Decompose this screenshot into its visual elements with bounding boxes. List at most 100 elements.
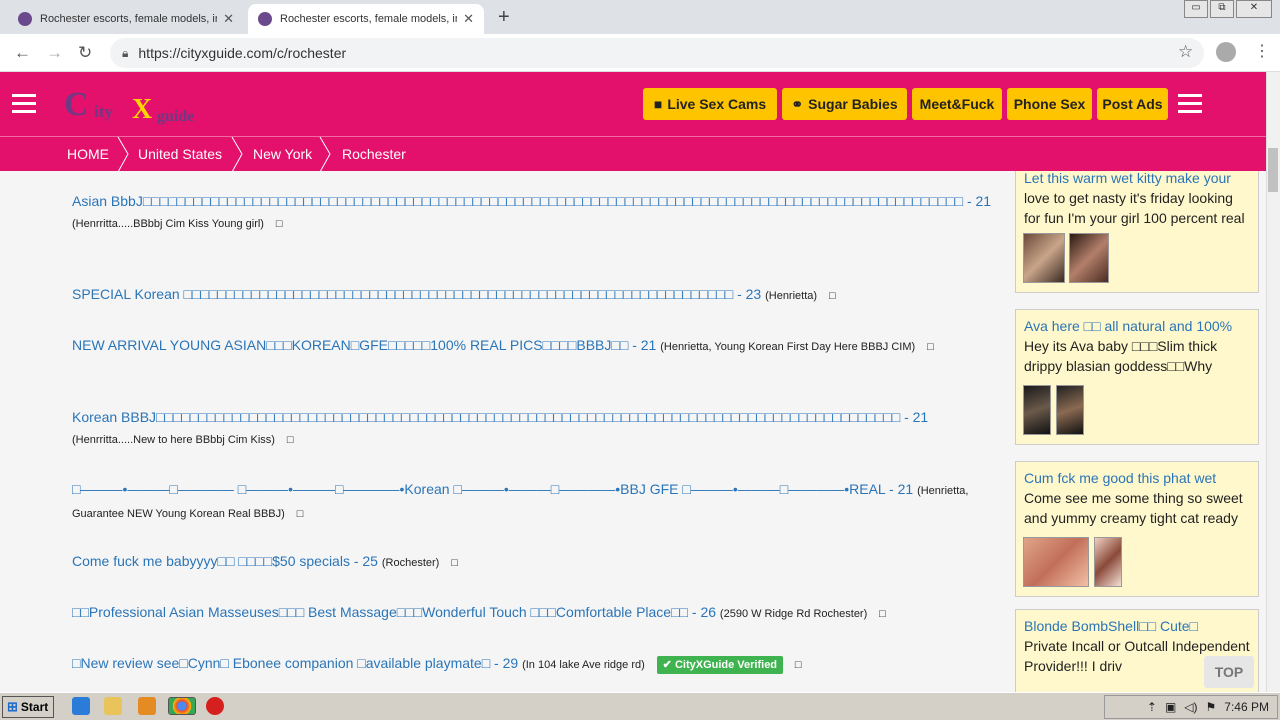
sidebar-ad-card[interactable]: Ava here □□ all natural and 100% Hey its…	[1015, 309, 1259, 445]
card-photo-thumbnail[interactable]	[1023, 233, 1065, 283]
card-title: Ava here □□ all natural and 100%	[1024, 318, 1233, 334]
windows-logo-icon: ⊞	[7, 699, 18, 714]
system-tray: ⇡ ▣ ◁) ⚑ 7:46 PM	[1104, 695, 1278, 719]
listing-title[interactable]: Korean BBBJ□□□□□□□□□□□□□□□□□□□□□□□□□□□□□…	[72, 409, 928, 425]
button-label: Post Ads	[1102, 96, 1163, 112]
volume-icon[interactable]: ◁)	[1184, 700, 1197, 714]
back-to-top-button[interactable]: TOP	[1204, 656, 1254, 688]
close-window-button[interactable]: ✕	[1236, 0, 1272, 18]
listing-title[interactable]: □———•———□———— □———•———□————•Korean □———•…	[72, 481, 913, 497]
tray-arrow-icon[interactable]: ⇡	[1147, 700, 1157, 714]
site-logo[interactable]: C ity X guide	[62, 80, 204, 130]
listing-item: Korean BBBJ□□□□□□□□□□□□□□□□□□□□□□□□□□□□□…	[72, 407, 997, 451]
close-tab-icon[interactable]: ✕	[223, 11, 234, 27]
browser-tab-bar: Rochester escorts, female models, in ✕ R…	[0, 0, 1280, 34]
windows-taskbar: ⊞ Start ⇡ ▣ ◁) ⚑ 7:46 PM	[0, 692, 1280, 720]
listing-mark-icon: □	[794, 659, 802, 671]
hamburger-menu-icon[interactable]	[12, 94, 36, 114]
button-label: Meet&Fuck	[919, 96, 995, 112]
browser-tab-2[interactable]: Rochester escorts, female models, in ✕	[248, 4, 484, 34]
internet-explorer-icon[interactable]	[72, 697, 90, 715]
listing-title[interactable]: NEW ARRIVAL YOUNG ASIAN□□□KOREAN□GFE□□□□…	[72, 337, 656, 353]
card-photo-thumbnail[interactable]	[1023, 385, 1051, 435]
back-arrow-icon[interactable]: ←	[14, 43, 31, 63]
scrollbar-thumb[interactable]	[1268, 148, 1278, 192]
card-photo-thumbnail[interactable]	[1069, 233, 1109, 283]
security-alert-icon[interactable]	[206, 697, 224, 715]
listing-title[interactable]: □□Professional Asian Masseuses□□□ Best M…	[72, 604, 716, 620]
media-player-icon[interactable]	[138, 697, 156, 715]
browser-menu-icon[interactable]: ⋮	[1254, 41, 1270, 61]
listing-location: (Rochester)	[381, 557, 440, 569]
logo-ity: ity	[94, 102, 113, 121]
phone-sex-button[interactable]: Phone Sex	[1007, 88, 1092, 120]
sugar-icon: ⚭	[791, 95, 804, 112]
breadcrumb: HOME United States New York Rochester	[0, 136, 1266, 172]
tab-title: Rochester escorts, female models, in	[40, 13, 218, 25]
card-title: Cum fck me good this phat wet	[1024, 470, 1217, 486]
card-title: Blonde BombShell□□ Cute□	[1024, 618, 1199, 634]
listing-location: (Henrritta.....New to here BBbbj Cim Kis…	[72, 434, 275, 446]
card-photo-thumbnail[interactable]	[1056, 385, 1084, 435]
listing-mark-icon: □	[879, 608, 886, 620]
card-photo-thumbnail[interactable]	[1023, 537, 1089, 587]
listing-mark-icon: □	[286, 434, 294, 446]
listing-item: □□Professional Asian Masseuses□□□ Best M…	[72, 602, 997, 625]
file-explorer-icon[interactable]	[104, 697, 122, 715]
restore-window-button[interactable]: ⧉	[1210, 0, 1234, 18]
live-sex-cams-button[interactable]: ■ Live Sex Cams	[643, 88, 777, 120]
breadcrumb-separator-icon	[319, 137, 331, 172]
minimize-window-button[interactable]: ▭	[1184, 0, 1208, 18]
breadcrumb-united-states[interactable]: United States	[138, 137, 222, 172]
card-title: Let this warm wet kitty make your	[1024, 171, 1231, 186]
video-camera-icon: ■	[653, 96, 663, 112]
listing-title[interactable]: Come fuck me babyyyy□□ □□□□$50 specials …	[72, 553, 378, 569]
listing-item: Come fuck me babyyyy□□ □□□□$50 specials …	[72, 551, 997, 574]
close-tab-icon[interactable]: ✕	[463, 11, 474, 27]
listing-mark-icon: □	[451, 557, 458, 569]
chrome-icon[interactable]	[168, 697, 196, 715]
post-ads-button[interactable]: Post Ads	[1097, 88, 1168, 120]
reload-icon[interactable]: ↻	[78, 43, 92, 63]
flag-icon[interactable]: ⚑	[1206, 700, 1217, 714]
breadcrumb-new-york[interactable]: New York	[253, 137, 312, 172]
main-content: Asian BbbJ□□□□□□□□□□□□□□□□□□□□□□□□□□□□□□…	[0, 171, 1266, 692]
address-bar-row: ← → ↻ 🔒︎ https://cityxguide.com/c/roches…	[0, 34, 1280, 72]
sugar-babies-button[interactable]: ⚭ Sugar Babies	[782, 88, 907, 120]
hamburger-menu-right-icon[interactable]	[1178, 94, 1202, 114]
clock-time[interactable]: 7:46 PM	[1224, 700, 1269, 714]
network-icon[interactable]: ▣	[1165, 700, 1176, 714]
button-label: Live Sex Cams	[667, 96, 767, 112]
listing-title[interactable]: Asian BbbJ□□□□□□□□□□□□□□□□□□□□□□□□□□□□□□…	[72, 193, 991, 209]
browser-tab-1[interactable]: Rochester escorts, female models, in ✕	[8, 4, 244, 34]
breadcrumb-separator-icon	[231, 137, 243, 172]
breadcrumb-separator-icon	[117, 137, 129, 172]
listing-item: SPECIAL Korean □□□□□□□□□□□□□□□□□□□□□□□□□…	[72, 284, 997, 307]
listing-location: (In 104 lake Ave ridge rd)	[522, 659, 645, 671]
start-label: Start	[20, 700, 49, 714]
card-body: Come see me some thing so sweet and yumm…	[1024, 490, 1243, 526]
listing-mark-icon: □	[275, 218, 283, 230]
card-body: Hey its Ava baby □□□Slim thick drippy bl…	[1024, 338, 1218, 374]
url-omnibox[interactable]: 🔒︎ https://cityxguide.com/c/rochester	[110, 38, 1204, 68]
button-label: Sugar Babies	[808, 96, 898, 112]
meet-fuck-button[interactable]: Meet&Fuck	[912, 88, 1002, 120]
start-button[interactable]: ⊞ Start	[2, 696, 54, 718]
site-favicon-icon	[258, 12, 272, 26]
site-header: C ity X guide ■ Live Sex Cams ⚭ Sugar Ba…	[0, 72, 1266, 136]
listing-title[interactable]: □New review see□Cynn□ Ebonee companion □…	[72, 655, 518, 671]
profile-avatar-icon[interactable]	[1216, 42, 1236, 62]
card-photo-thumbnail[interactable]	[1094, 537, 1122, 587]
card-body: love to get nasty it's friday looking fo…	[1024, 190, 1245, 226]
logo-x: X	[132, 94, 153, 125]
listing-title[interactable]: SPECIAL Korean □□□□□□□□□□□□□□□□□□□□□□□□□…	[72, 286, 761, 302]
forward-arrow-icon[interactable]: →	[46, 43, 63, 63]
breadcrumb-home[interactable]: HOME	[67, 137, 109, 172]
listing-location: (2590 W Ridge Rd Rochester)	[719, 608, 868, 620]
listing-item: □———•———□———— □———•———□————•Korean □———•…	[72, 479, 997, 525]
listing-mark-icon: □	[927, 341, 934, 353]
new-tab-icon[interactable]: +	[498, 6, 510, 29]
lock-icon: 🔒︎	[122, 45, 129, 60]
listing-mark-icon: □	[828, 290, 836, 302]
bookmark-star-icon[interactable]: ☆	[1178, 42, 1193, 62]
